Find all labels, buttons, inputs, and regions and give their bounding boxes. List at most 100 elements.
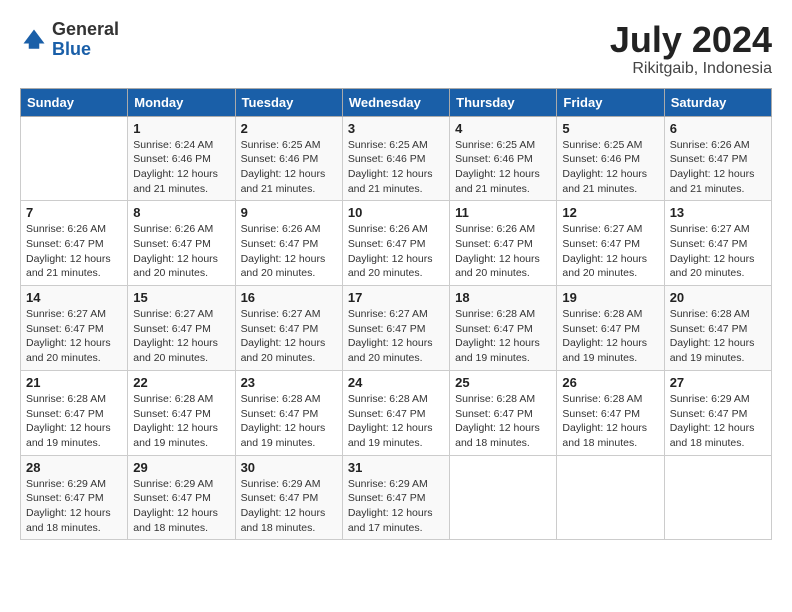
day-detail: Sunrise: 6:28 AM Sunset: 6:47 PM Dayligh…	[348, 392, 444, 451]
calendar-cell: 6 Sunrise: 6:26 AM Sunset: 6:47 PM Daylig…	[664, 116, 771, 201]
logo-text: General Blue	[52, 20, 119, 60]
calendar-cell: 27Sunrise: 6:29 AM Sunset: 6:47 PM Dayli…	[664, 370, 771, 455]
day-number: 6	[670, 121, 766, 136]
day-detail: Sunrise: 6:27 AM Sunset: 6:47 PM Dayligh…	[562, 222, 658, 281]
calendar-cell: 26 Sunrise: 6:28 AM Sunset: 6:47 PM Dayli…	[557, 370, 664, 455]
calendar-cell: 3 Sunrise: 6:25 AM Sunset: 6:46 PM Daylig…	[342, 116, 449, 201]
day-detail: Sunrise: 6:29 AM Sunset: 6:47 PM Dayligh…	[26, 477, 122, 536]
day-number: 31	[348, 460, 444, 475]
calendar-cell: 21 Sunrise: 6:28 AM Sunset: 6:47 PM Dayli…	[21, 370, 128, 455]
day-number: 28	[26, 460, 122, 475]
day-detail: Sunrise: 6:28 AM Sunset: 6:47 PM Dayligh…	[562, 392, 658, 451]
calendar-cell: 15 Sunrise: 6:27 AM Sunset: 6:47 PM Dayli…	[128, 286, 235, 371]
header-row: SundayMondayTuesdayWednesdayThursdayFrid…	[21, 88, 772, 116]
day-number: 10	[348, 205, 444, 220]
day-number: 17	[348, 290, 444, 305]
location-title: Rikitgaib, Indonesia	[610, 60, 772, 78]
day-number: 2	[241, 121, 337, 136]
day-detail: Sunrise: 6:27 AM Sunset: 6:47 PM Dayligh…	[133, 307, 229, 366]
header-cell-monday: Monday	[128, 88, 235, 116]
calendar-cell: 19 Sunrise: 6:28 AM Sunset: 6:47 PM Dayli…	[557, 286, 664, 371]
calendar-cell: 31Sunrise: 6:29 AM Sunset: 6:47 PM Dayli…	[342, 455, 449, 540]
day-number: 16	[241, 290, 337, 305]
calendar-cell: 25Sunrise: 6:28 AM Sunset: 6:47 PM Dayli…	[450, 370, 557, 455]
day-number: 12	[562, 205, 658, 220]
calendar-cell: 4 Sunrise: 6:25 AM Sunset: 6:46 PM Daylig…	[450, 116, 557, 201]
day-detail: Sunrise: 6:27 AM Sunset: 6:47 PM Dayligh…	[348, 307, 444, 366]
calendar-week-row: 1Sunrise: 6:24 AM Sunset: 6:46 PM Daylig…	[21, 116, 772, 201]
day-detail: Sunrise: 6:25 AM Sunset: 6:46 PM Dayligh…	[241, 138, 337, 197]
page-header: General Blue July 2024 Rikitgaib, Indone…	[20, 20, 772, 78]
calendar-cell	[450, 455, 557, 540]
calendar-week-row: 7 Sunrise: 6:26 AM Sunset: 6:47 PM Daylig…	[21, 201, 772, 286]
day-number: 19	[562, 290, 658, 305]
day-number: 9	[241, 205, 337, 220]
day-number: 30	[241, 460, 337, 475]
logo: General Blue	[20, 20, 119, 60]
day-detail: Sunrise: 6:28 AM Sunset: 6:47 PM Dayligh…	[455, 392, 551, 451]
day-detail: Sunrise: 6:27 AM Sunset: 6:47 PM Dayligh…	[26, 307, 122, 366]
calendar-cell: 14 Sunrise: 6:27 AM Sunset: 6:47 PM Dayli…	[21, 286, 128, 371]
day-detail: Sunrise: 6:28 AM Sunset: 6:47 PM Dayligh…	[455, 307, 551, 366]
calendar-cell: 12 Sunrise: 6:27 AM Sunset: 6:47 PM Dayli…	[557, 201, 664, 286]
day-detail: Sunrise: 6:26 AM Sunset: 6:47 PM Dayligh…	[241, 222, 337, 281]
day-number: 26	[562, 375, 658, 390]
calendar-cell: 24 Sunrise: 6:28 AM Sunset: 6:47 PM Dayli…	[342, 370, 449, 455]
calendar-body: 1Sunrise: 6:24 AM Sunset: 6:46 PM Daylig…	[21, 116, 772, 540]
day-number: 14	[26, 290, 122, 305]
calendar-week-row: 28 Sunrise: 6:29 AM Sunset: 6:47 PM Dayli…	[21, 455, 772, 540]
logo-blue: Blue	[52, 40, 119, 60]
day-number: 7	[26, 205, 122, 220]
day-detail: Sunrise: 6:27 AM Sunset: 6:47 PM Dayligh…	[670, 222, 766, 281]
header-cell-friday: Friday	[557, 88, 664, 116]
calendar-cell: 11 Sunrise: 6:26 AM Sunset: 6:47 PM Dayli…	[450, 201, 557, 286]
day-number: 11	[455, 205, 551, 220]
day-number: 24	[348, 375, 444, 390]
calendar-cell: 10 Sunrise: 6:26 AM Sunset: 6:47 PM Dayli…	[342, 201, 449, 286]
calendar-cell	[21, 116, 128, 201]
day-number: 3	[348, 121, 444, 136]
day-detail: Sunrise: 6:26 AM Sunset: 6:47 PM Dayligh…	[348, 222, 444, 281]
day-detail: Sunrise: 6:28 AM Sunset: 6:47 PM Dayligh…	[26, 392, 122, 451]
day-detail: Sunrise: 6:26 AM Sunset: 6:47 PM Dayligh…	[455, 222, 551, 281]
header-cell-tuesday: Tuesday	[235, 88, 342, 116]
calendar-cell: 2 Sunrise: 6:25 AM Sunset: 6:46 PM Daylig…	[235, 116, 342, 201]
day-detail: Sunrise: 6:26 AM Sunset: 6:47 PM Dayligh…	[26, 222, 122, 281]
day-detail: Sunrise: 6:28 AM Sunset: 6:47 PM Dayligh…	[562, 307, 658, 366]
day-detail: Sunrise: 6:29 AM Sunset: 6:47 PM Dayligh…	[133, 477, 229, 536]
calendar-cell: 17 Sunrise: 6:27 AM Sunset: 6:47 PM Dayli…	[342, 286, 449, 371]
day-number: 23	[241, 375, 337, 390]
calendar-cell: 28 Sunrise: 6:29 AM Sunset: 6:47 PM Dayli…	[21, 455, 128, 540]
logo-general: General	[52, 20, 119, 40]
calendar-cell: 29Sunrise: 6:29 AM Sunset: 6:47 PM Dayli…	[128, 455, 235, 540]
day-detail: Sunrise: 6:25 AM Sunset: 6:46 PM Dayligh…	[348, 138, 444, 197]
calendar-week-row: 21 Sunrise: 6:28 AM Sunset: 6:47 PM Dayli…	[21, 370, 772, 455]
title-block: July 2024 Rikitgaib, Indonesia	[610, 20, 772, 78]
calendar-cell: 7 Sunrise: 6:26 AM Sunset: 6:47 PM Daylig…	[21, 201, 128, 286]
calendar-week-row: 14 Sunrise: 6:27 AM Sunset: 6:47 PM Dayli…	[21, 286, 772, 371]
calendar-cell: 1Sunrise: 6:24 AM Sunset: 6:46 PM Daylig…	[128, 116, 235, 201]
day-detail: Sunrise: 6:25 AM Sunset: 6:46 PM Dayligh…	[455, 138, 551, 197]
day-number: 15	[133, 290, 229, 305]
day-number: 5	[562, 121, 658, 136]
day-detail: Sunrise: 6:26 AM Sunset: 6:47 PM Dayligh…	[133, 222, 229, 281]
calendar-cell	[664, 455, 771, 540]
day-number: 20	[670, 290, 766, 305]
calendar-cell: 23Sunrise: 6:28 AM Sunset: 6:47 PM Dayli…	[235, 370, 342, 455]
calendar-cell: 18Sunrise: 6:28 AM Sunset: 6:47 PM Dayli…	[450, 286, 557, 371]
month-title: July 2024	[610, 20, 772, 60]
calendar-table: SundayMondayTuesdayWednesdayThursdayFrid…	[20, 88, 772, 541]
day-number: 4	[455, 121, 551, 136]
calendar-cell: 5Sunrise: 6:25 AM Sunset: 6:46 PM Daylig…	[557, 116, 664, 201]
calendar-cell: 9 Sunrise: 6:26 AM Sunset: 6:47 PM Daylig…	[235, 201, 342, 286]
calendar-cell	[557, 455, 664, 540]
day-number: 21	[26, 375, 122, 390]
day-detail: Sunrise: 6:29 AM Sunset: 6:47 PM Dayligh…	[670, 392, 766, 451]
header-cell-saturday: Saturday	[664, 88, 771, 116]
header-cell-sunday: Sunday	[21, 88, 128, 116]
calendar-cell: 22Sunrise: 6:28 AM Sunset: 6:47 PM Dayli…	[128, 370, 235, 455]
day-detail: Sunrise: 6:26 AM Sunset: 6:47 PM Dayligh…	[670, 138, 766, 197]
header-cell-thursday: Thursday	[450, 88, 557, 116]
day-number: 13	[670, 205, 766, 220]
header-cell-wednesday: Wednesday	[342, 88, 449, 116]
